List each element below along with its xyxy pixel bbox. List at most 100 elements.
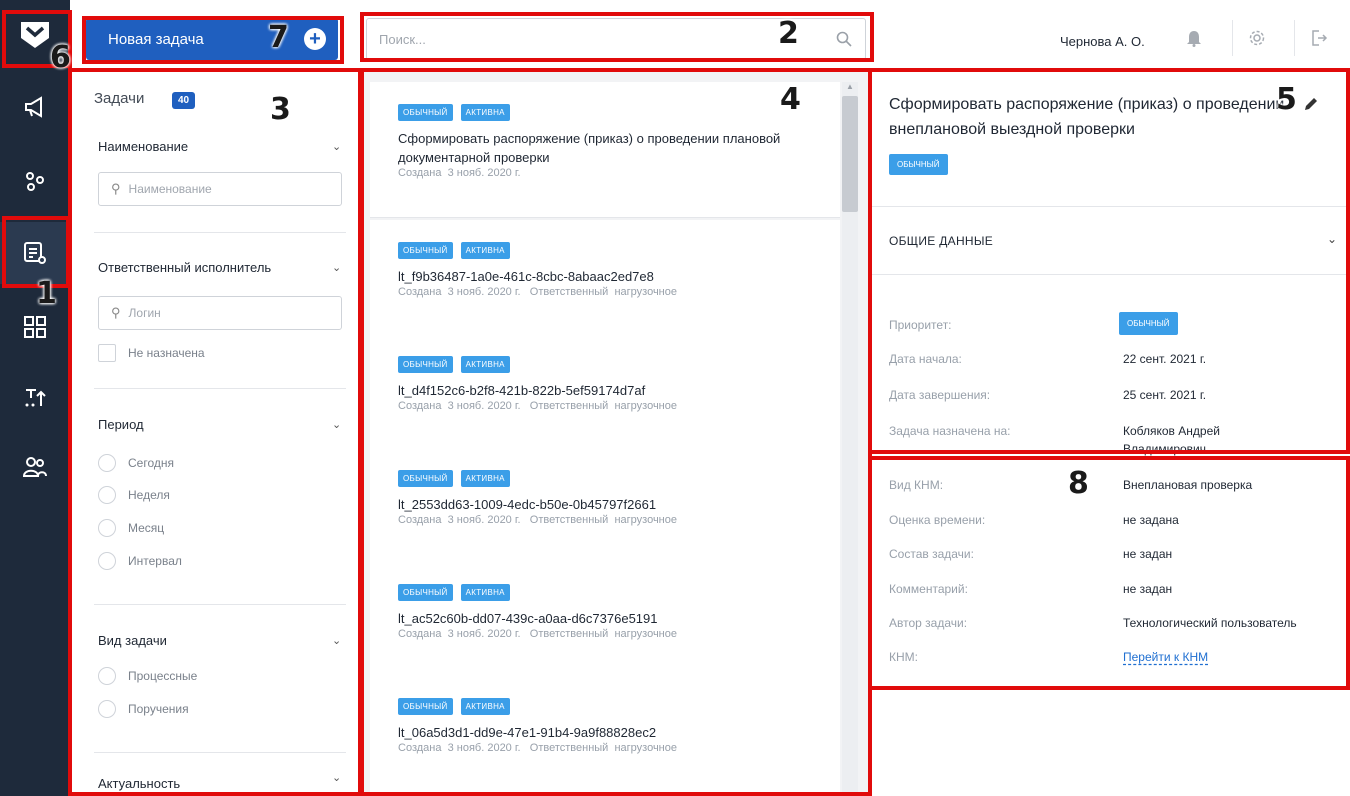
radio-button[interactable] bbox=[98, 667, 116, 685]
divider bbox=[94, 604, 346, 605]
scroll-up-icon[interactable]: ▲ bbox=[846, 82, 854, 91]
created-date: 3 нояб. 2020 г. bbox=[447, 628, 521, 640]
task-card[interactable]: ОБЫЧНЫЙ АКТИВНА lt_ac52c60b-dd07-439c-a0… bbox=[370, 562, 840, 680]
radio-button[interactable] bbox=[98, 486, 116, 504]
start-date-value: 22 сент. 2021 г. bbox=[1123, 352, 1207, 366]
task-card[interactable]: ОБЫЧНЫЙ АКТИВНА Сформировать распоряжени… bbox=[370, 82, 840, 218]
name-section-title[interactable]: Наименование bbox=[98, 139, 188, 154]
users-icon[interactable] bbox=[0, 436, 70, 498]
annotation-number: 2 bbox=[778, 16, 799, 51]
chevron-down-icon[interactable]: ⌄ bbox=[332, 261, 341, 274]
status-badge: АКТИВНА bbox=[460, 470, 510, 487]
priority-badge: ОБЫЧНЫЙ bbox=[398, 104, 453, 121]
chevron-down-icon[interactable]: ⌄ bbox=[332, 140, 341, 153]
task-card[interactable]: ОБЫЧНЫЙ АКТИВНА lt_2553dd63-1009-4edc-b5… bbox=[370, 448, 840, 566]
created-label: Создана bbox=[398, 286, 442, 298]
unassigned-checkbox[interactable]: Не назначена bbox=[98, 344, 205, 362]
status-badge: АКТИВНА bbox=[460, 356, 510, 373]
assignee-label: Ответственный bbox=[529, 286, 609, 298]
task-meta: Создана 3 нояб. 2020 г. bbox=[398, 167, 812, 179]
period-section-title[interactable]: Период bbox=[98, 417, 144, 432]
flow-icon[interactable] bbox=[0, 366, 70, 428]
gears-icon[interactable] bbox=[0, 150, 70, 212]
assignee-value: нагрузочное bbox=[614, 628, 677, 640]
name-filter-input[interactable]: ⚲ Наименование bbox=[98, 172, 342, 206]
task-card[interactable]: ОБЫЧНЫЙ АКТИВНА lt_06a5d3d1-dd9e-47e1-91… bbox=[370, 676, 840, 794]
divider bbox=[869, 206, 1350, 207]
period-option-label: Интервал bbox=[128, 554, 182, 568]
period-option-label: Месяц bbox=[128, 521, 165, 535]
comment-label: Комментарий: bbox=[889, 582, 968, 596]
created-label: Создана bbox=[398, 514, 442, 526]
chevron-down-icon[interactable]: ⌄ bbox=[1327, 232, 1337, 246]
logout-icon[interactable] bbox=[1294, 20, 1342, 56]
task-meta: Создана 3 нояб. 2020 г. Ответственный на… bbox=[398, 286, 812, 298]
priority-badge: ОБЫЧНЫЙ bbox=[398, 698, 453, 715]
period-option-month[interactable]: Месяц bbox=[98, 519, 164, 537]
task-card[interactable] bbox=[370, 790, 840, 796]
annotation-number: 7 bbox=[268, 20, 289, 55]
search-icon: ⚲ bbox=[111, 305, 121, 320]
assigned-to-value: Кобляков Андрей Владимирович bbox=[1123, 424, 1220, 456]
created-date: 3 нояб. 2020 г. bbox=[447, 400, 521, 412]
period-option-week[interactable]: Неделя bbox=[98, 486, 170, 504]
dashboard-icon[interactable] bbox=[0, 296, 70, 358]
radio-button[interactable] bbox=[98, 454, 116, 472]
login-filter-placeholder: Логин bbox=[128, 306, 161, 320]
annotation-number: 6 bbox=[50, 40, 71, 75]
task-composition-label: Состав задачи: bbox=[889, 547, 974, 561]
bell-icon[interactable] bbox=[1170, 20, 1218, 56]
assignee-section-title[interactable]: Ответственный исполнитель bbox=[98, 260, 271, 275]
assignee-value: нагрузочное bbox=[614, 286, 677, 298]
relevance-section-title[interactable]: Актуальность bbox=[98, 776, 180, 791]
gear-icon[interactable] bbox=[1232, 20, 1280, 56]
search-icon[interactable] bbox=[835, 30, 853, 48]
radio-button[interactable] bbox=[98, 700, 116, 718]
task-card[interactable]: ОБЫЧНЫЙ АКТИВНА lt_f9b36487-1a0e-461c-8c… bbox=[370, 220, 840, 338]
annotation-number: 3 bbox=[270, 92, 291, 127]
radio-button[interactable] bbox=[98, 519, 116, 537]
login-filter-input[interactable]: ⚲ Логин bbox=[98, 296, 342, 330]
pencil-icon[interactable] bbox=[1303, 96, 1319, 112]
created-date: 3 нояб. 2020 г. bbox=[447, 167, 521, 179]
task-card[interactable]: ОБЫЧНЫЙ АКТИВНА lt_d4f152c6-b2f8-421b-82… bbox=[370, 334, 840, 452]
divider bbox=[94, 752, 346, 753]
new-task-button[interactable]: Новая задача + bbox=[86, 18, 338, 60]
priority-badge: ОБЫЧНЫЙ bbox=[398, 356, 453, 373]
assignee-value: нагрузочное bbox=[614, 742, 677, 754]
app: Новая задача + Поиск... Чернова А. О. За… bbox=[0, 0, 1350, 796]
created-label: Создана bbox=[398, 167, 442, 179]
user-name[interactable]: Чернова А. О. bbox=[1060, 34, 1145, 49]
comment-value: не задан bbox=[1123, 582, 1173, 596]
task-list-icon[interactable] bbox=[0, 222, 70, 284]
task-composition-value: не задан bbox=[1123, 547, 1173, 561]
task-type-option-assignments[interactable]: Поручения bbox=[98, 700, 189, 718]
search-placeholder: Поиск... bbox=[379, 31, 426, 47]
general-data-section[interactable]: ОБЩИЕ ДАННЫЕ bbox=[889, 234, 993, 248]
task-meta: Создана 3 нояб. 2020 г. Ответственный на… bbox=[398, 742, 812, 754]
checkbox[interactable] bbox=[98, 344, 116, 362]
radio-button[interactable] bbox=[98, 552, 116, 570]
details-priority-badge: ОБЫЧНЫЙ bbox=[889, 154, 948, 175]
task-type-option-process[interactable]: Процессные bbox=[98, 667, 197, 685]
period-option-today[interactable]: Сегодня bbox=[98, 454, 174, 472]
task-title: lt_f9b36487-1a0e-461c-8cbc-8abaac2ed7e8 bbox=[398, 269, 654, 284]
search-icon: ⚲ bbox=[111, 181, 121, 196]
end-date-value: 25 сент. 2021 г. bbox=[1123, 388, 1207, 402]
go-to-knm-link[interactable]: Перейти к КНМ bbox=[1123, 648, 1208, 666]
status-badge: АКТИВНА bbox=[460, 698, 510, 715]
scrollbar-thumb[interactable] bbox=[842, 96, 858, 212]
task-details-panel: Сформировать распоряжение (приказ) о про… bbox=[868, 70, 1350, 796]
task-type-section-title[interactable]: Вид задачи bbox=[98, 633, 167, 648]
chevron-down-icon[interactable]: ⌄ bbox=[332, 418, 341, 431]
logo-icon bbox=[21, 22, 49, 48]
period-option-interval[interactable]: Интервал bbox=[98, 552, 182, 570]
chevron-down-icon[interactable]: ⌄ bbox=[332, 634, 341, 647]
created-date: 3 нояб. 2020 г. bbox=[447, 514, 521, 526]
assignee-value: нагрузочное bbox=[614, 400, 677, 412]
name-filter-placeholder: Наименование bbox=[128, 182, 212, 196]
knm-label: КНМ: bbox=[889, 650, 918, 664]
priority-badge: ОБЫЧНЫЙ bbox=[398, 584, 453, 601]
megaphone-icon[interactable] bbox=[0, 76, 70, 138]
chevron-down-icon[interactable]: ⌄ bbox=[332, 771, 341, 784]
